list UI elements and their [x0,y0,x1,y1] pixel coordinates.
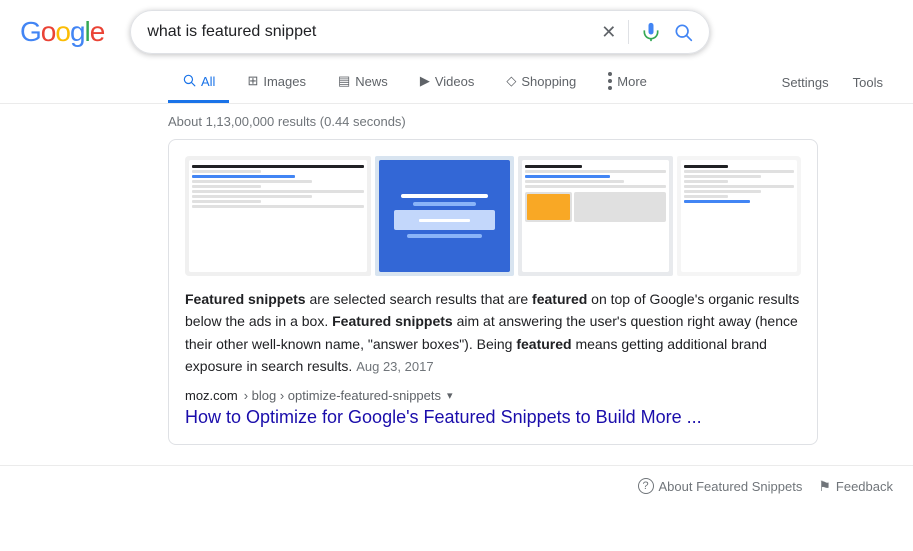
search-input[interactable]: what is featured snippet [147,23,601,41]
tab-news[interactable]: ▤ News [324,63,402,102]
question-icon: ? [638,478,654,494]
logo-g: G [20,16,41,47]
search-submit-icon[interactable] [673,22,693,42]
voice-search-icon[interactable] [641,22,661,42]
clear-icon[interactable]: ✕ [601,22,616,43]
snippet-images [185,156,801,276]
snippet-date: Aug 23, 2017 [356,359,433,374]
snippet-bold-2: featured [532,291,587,307]
tab-shopping-label: Shopping [521,74,576,89]
tools-button[interactable]: Tools [843,65,893,100]
tab-shopping[interactable]: ◇ Shopping [492,63,590,102]
images-tab-icon: ⊞ [247,73,258,89]
tab-videos[interactable]: ▶ Videos [406,63,489,102]
logo-e: e [90,16,105,47]
tab-all-label: All [201,74,215,89]
search-bar-icons: ✕ [601,20,693,44]
about-featured-snippets[interactable]: ? About Featured Snippets [638,478,803,494]
tab-videos-label: Videos [435,74,475,89]
result-title: How to Optimize for Google's Featured Sn… [185,407,801,428]
page-footer: ? About Featured Snippets ⚑ Feedback [0,465,913,507]
logo-g2: g [70,16,85,47]
logo-o1: o [41,16,56,47]
snippet-image-1 [185,156,371,276]
snippet-bold-3: Featured snippets [332,313,453,329]
tab-images-label: Images [263,74,306,89]
videos-tab-icon: ▶ [420,73,430,89]
feedback-icon: ⚑ [818,478,831,495]
snippet-image-4 [677,156,801,276]
source-dropdown-icon[interactable]: ▾ [447,389,453,402]
nav-right: Settings Tools [772,65,913,100]
source-breadcrumb: › blog › optimize-featured-snippets [244,388,441,403]
tab-more[interactable]: More [594,62,661,103]
result-title-link[interactable]: How to Optimize for Google's Featured Sn… [185,407,702,427]
featured-snippet: Featured snippets are selected search re… [168,139,818,445]
snippet-image-2 [375,156,514,276]
search-bar: what is featured snippet ✕ [130,10,710,54]
snippet-bold-1: Featured snippets [185,291,306,307]
more-tab-icon [608,72,612,90]
snippet-image-3 [518,156,673,276]
header: Google what is featured snippet ✕ [0,0,913,54]
shopping-tab-icon: ◇ [506,73,516,89]
google-logo: Google [20,16,104,48]
tab-news-label: News [355,74,388,89]
snippet-bold-4: featured [516,336,571,352]
feedback-button[interactable]: ⚑ Feedback [818,478,893,495]
source-line: moz.com › blog › optimize-featured-snipp… [185,388,801,403]
tab-more-label: More [617,74,647,89]
news-tab-icon: ▤ [338,73,350,89]
nav-tabs: All ⊞ Images ▤ News ▶ Videos ◇ Shopping … [0,54,913,104]
icon-divider [628,20,629,44]
results-count: About 1,13,00,000 results (0.44 seconds) [0,104,913,139]
all-tab-icon [182,73,196,90]
source-domain: moz.com [185,388,238,403]
settings-button[interactable]: Settings [772,65,839,100]
snippet-paragraph: Featured snippets are selected search re… [185,288,801,378]
logo-o2: o [55,16,70,47]
tab-images[interactable]: ⊞ Images [233,63,320,102]
tab-all[interactable]: All [168,63,229,103]
